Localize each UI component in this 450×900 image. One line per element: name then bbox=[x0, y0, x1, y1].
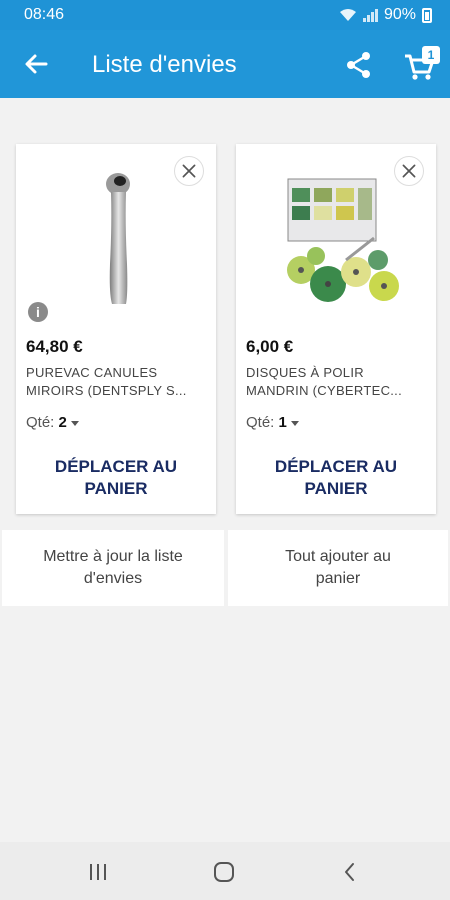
wishlist-item-card: 6,00 € DISQUES À POLIR MANDRIN (CYBERTEC… bbox=[236, 144, 436, 514]
quantity-selector[interactable]: Qté: 2 bbox=[26, 414, 79, 431]
share-icon[interactable] bbox=[344, 50, 374, 80]
app-bar: Liste d'envies 1 bbox=[0, 30, 450, 98]
add-all-to-cart-button[interactable]: Tout ajouter au panier bbox=[228, 530, 448, 606]
info-icon[interactable]: i bbox=[28, 302, 48, 322]
item-price: 6,00 € bbox=[246, 337, 294, 356]
recents-icon[interactable] bbox=[86, 860, 110, 884]
dropdown-arrow-icon bbox=[290, 420, 299, 426]
item-price: 64,80 € bbox=[26, 337, 83, 356]
remove-item-button[interactable] bbox=[174, 156, 204, 186]
move-to-cart-button[interactable]: DÉPLACER AU PANIER bbox=[16, 456, 216, 500]
signal-icon bbox=[362, 8, 378, 22]
status-time: 08:46 bbox=[24, 6, 65, 23]
quantity-selector[interactable]: Qté: 1 bbox=[246, 414, 299, 431]
status-bar: 08:46 90% bbox=[0, 0, 450, 30]
update-wishlist-button[interactable]: Mettre à jour la liste d'envies bbox=[2, 530, 224, 606]
remove-item-button[interactable] bbox=[394, 156, 424, 186]
product-image[interactable] bbox=[16, 164, 216, 324]
back-arrow-icon[interactable] bbox=[20, 48, 52, 80]
home-icon[interactable] bbox=[212, 860, 236, 884]
dropdown-arrow-icon bbox=[70, 420, 79, 426]
wishlist-actions: Mettre à jour la liste d'envies Tout ajo… bbox=[0, 530, 450, 606]
close-icon bbox=[182, 164, 196, 178]
wifi-icon bbox=[339, 9, 356, 21]
move-to-cart-button[interactable]: DÉPLACER AU PANIER bbox=[236, 456, 436, 500]
nav-back-icon[interactable] bbox=[338, 860, 362, 884]
wishlist-item-card: i 64,80 € PUREVAC CANULES MIROIRS (DENTS… bbox=[16, 144, 216, 514]
page-title: Liste d'envies bbox=[92, 51, 237, 78]
item-name[interactable]: DISQUES À POLIR MANDRIN (CYBERTEC... bbox=[246, 364, 428, 400]
cart-button[interactable]: 1 bbox=[402, 46, 440, 82]
product-image[interactable] bbox=[236, 164, 436, 324]
system-nav-bar bbox=[0, 842, 450, 900]
battery-percent: 90% bbox=[383, 6, 416, 23]
close-icon bbox=[402, 164, 416, 178]
cart-badge: 1 bbox=[422, 46, 440, 64]
item-name[interactable]: PUREVAC CANULES MIROIRS (DENTSPLY S... bbox=[26, 364, 208, 400]
battery-icon bbox=[422, 7, 432, 23]
status-icons: 90% bbox=[339, 6, 432, 24]
